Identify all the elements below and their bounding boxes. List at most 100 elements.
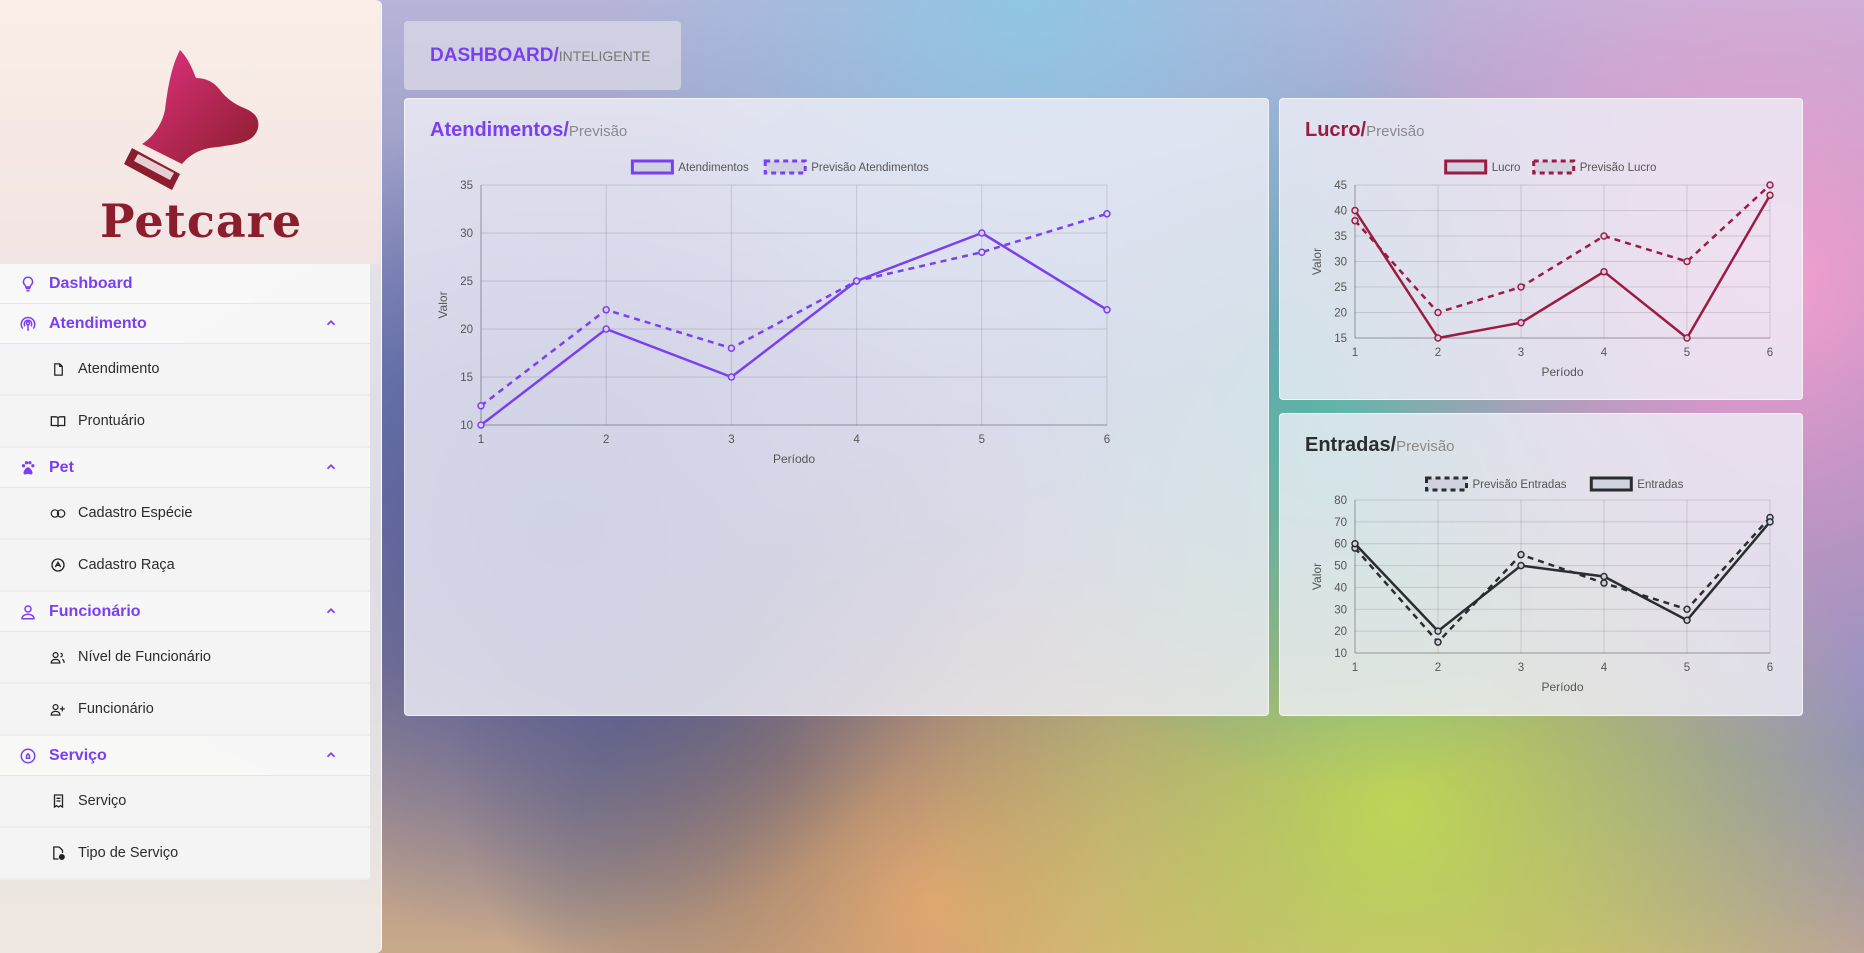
paw-icon xyxy=(18,458,38,478)
legend-swatch xyxy=(763,159,807,175)
sidebar-item-dashboard[interactable]: Dashboard xyxy=(0,264,370,304)
data-point xyxy=(1434,627,1442,635)
sidebar-section-pet[interactable]: Pet xyxy=(0,448,370,488)
page-header: DASHBOARD/INTELIGENTE xyxy=(404,21,681,90)
data-point xyxy=(727,373,736,381)
sidebar-item-label: Tipo de Serviço xyxy=(78,845,179,861)
sidebar-section-label: Funcionário xyxy=(49,602,141,620)
y-tick-label: 20 xyxy=(1334,308,1347,320)
data-point xyxy=(1351,206,1359,215)
sidebar-item-label: Nível de Funcionário xyxy=(78,649,211,665)
data-point xyxy=(852,277,861,285)
chevron-up-icon[interactable] xyxy=(324,316,338,335)
sidebar-item-cadastro-especie[interactable]: Cadastro Espécie xyxy=(0,488,370,540)
x-tick-label: 2 xyxy=(603,434,609,446)
data-point xyxy=(978,248,986,256)
legend-label: Previsão Lucro xyxy=(1580,162,1657,174)
y-tick-label: 25 xyxy=(460,276,473,288)
legend-label: Entradas xyxy=(1637,479,1683,491)
x-axis-label: Período xyxy=(1541,680,1583,694)
sidebar-section-funcionario[interactable]: Funcionário xyxy=(0,592,370,632)
chevron-up-icon[interactable] xyxy=(324,604,338,623)
sidebar-item-funcionario[interactable]: Funcionário xyxy=(0,684,370,736)
x-tick-label: 4 xyxy=(1601,347,1608,359)
data-point xyxy=(1683,616,1691,624)
data-point xyxy=(602,325,610,333)
legend-label: Atendimentos xyxy=(678,162,749,174)
data-point xyxy=(1600,232,1608,240)
y-tick-label: 35 xyxy=(460,180,473,192)
y-axis-label: Valor xyxy=(1310,563,1324,590)
y-tick-label: 35 xyxy=(1334,231,1347,243)
book-icon xyxy=(50,413,66,429)
y-tick-label: 15 xyxy=(460,372,473,384)
legend-swatch xyxy=(1532,159,1576,175)
sidebar-item-prontuario[interactable]: Prontuário xyxy=(0,396,370,448)
x-tick-label: 3 xyxy=(1518,662,1524,674)
file-gear-icon xyxy=(50,845,66,861)
y-tick-label: 25 xyxy=(1334,282,1347,294)
person-icon xyxy=(18,602,38,622)
y-tick-label: 15 xyxy=(1334,333,1347,345)
y-tick-label: 30 xyxy=(1334,604,1347,616)
x-tick-label: 2 xyxy=(1435,662,1441,674)
sidebar-item-label: Atendimento xyxy=(78,361,160,377)
x-tick-label: 4 xyxy=(853,434,860,446)
x-tick-label: 3 xyxy=(728,434,734,446)
x-tick-label: 5 xyxy=(979,434,985,446)
sidebar-item-servico[interactable]: Serviço xyxy=(0,776,370,828)
sidebar-section-servico[interactable]: Serviço xyxy=(0,736,370,776)
y-tick-label: 60 xyxy=(1334,539,1347,551)
y-axis-label: Valor xyxy=(436,291,450,318)
x-tick-label: 5 xyxy=(1684,347,1690,359)
entradas-card: Entradas/Previsão 10 20 30 40 50 60 70 80 1 2 3 4 5 6… xyxy=(1279,413,1803,716)
sidebar-section-atendimento[interactable]: Atendimento xyxy=(0,304,370,344)
data-point xyxy=(1103,306,1111,314)
y-tick-label: 30 xyxy=(460,228,473,240)
y-tick-label: 40 xyxy=(1334,206,1347,218)
legend-swatch xyxy=(1425,476,1468,492)
atendimentos-card: Atendimentos/Previsão 10 15 20 25 30 35 1 2 3 4 5 6… xyxy=(404,98,1269,716)
data-point xyxy=(1766,518,1774,526)
data-point xyxy=(477,402,485,410)
sidebar: Petcare Dashboard Atendimento Atendiment… xyxy=(0,0,382,953)
chevron-up-icon[interactable] xyxy=(324,460,338,479)
chevron-up-icon[interactable] xyxy=(324,748,338,767)
sidebar-item-cadastro-raca[interactable]: Cadastro Raça xyxy=(0,540,370,592)
lightbulb-icon xyxy=(18,274,38,294)
x-tick-label: 5 xyxy=(1684,662,1690,674)
data-point xyxy=(1351,216,1359,225)
y-tick-label: 70 xyxy=(1334,517,1347,529)
data-point xyxy=(1517,283,1525,291)
data-point xyxy=(1517,318,1525,327)
x-tick-label: 4 xyxy=(1601,662,1608,674)
x-tick-label: 6 xyxy=(1767,347,1773,359)
data-point xyxy=(978,229,986,237)
x-axis-label: Período xyxy=(773,452,815,466)
sidebar-item-tipo-servico[interactable]: Tipo de Serviço xyxy=(0,828,370,880)
x-tick-label: 3 xyxy=(1518,347,1524,359)
x-axis-label: Período xyxy=(1541,365,1583,379)
data-point xyxy=(1600,267,1608,276)
y-axis-label: Valor xyxy=(1310,248,1324,275)
data-point xyxy=(1600,572,1608,581)
sidebar-item-label: Dashboard xyxy=(49,274,133,292)
receipt-icon xyxy=(50,793,66,809)
series-line-previsão-entradas xyxy=(1354,516,1771,644)
legend-label: Previsão Entradas xyxy=(1473,479,1567,491)
circles-icon xyxy=(50,505,66,521)
lucro-card: Lucro/Previsão 15 20 25 30 35 40 45 1 2 3 4 5 6 Perío… xyxy=(1279,98,1803,400)
y-tick-label: 50 xyxy=(1334,561,1347,573)
x-tick-label: 6 xyxy=(1767,662,1773,674)
y-tick-label: 20 xyxy=(460,324,473,336)
y-tick-label: 10 xyxy=(460,420,473,432)
logo-area: Petcare xyxy=(0,0,380,264)
file-icon xyxy=(50,361,66,377)
data-point xyxy=(1766,181,1774,189)
badge-icon xyxy=(50,557,66,573)
data-point xyxy=(727,344,736,352)
bell-circle-icon xyxy=(18,746,38,766)
sidebar-item-atendimento[interactable]: Atendimento xyxy=(0,344,370,396)
sidebar-item-nivel-funcionario[interactable]: Nível de Funcionário xyxy=(0,632,370,684)
sidebar-item-label: Funcionário xyxy=(78,701,154,717)
